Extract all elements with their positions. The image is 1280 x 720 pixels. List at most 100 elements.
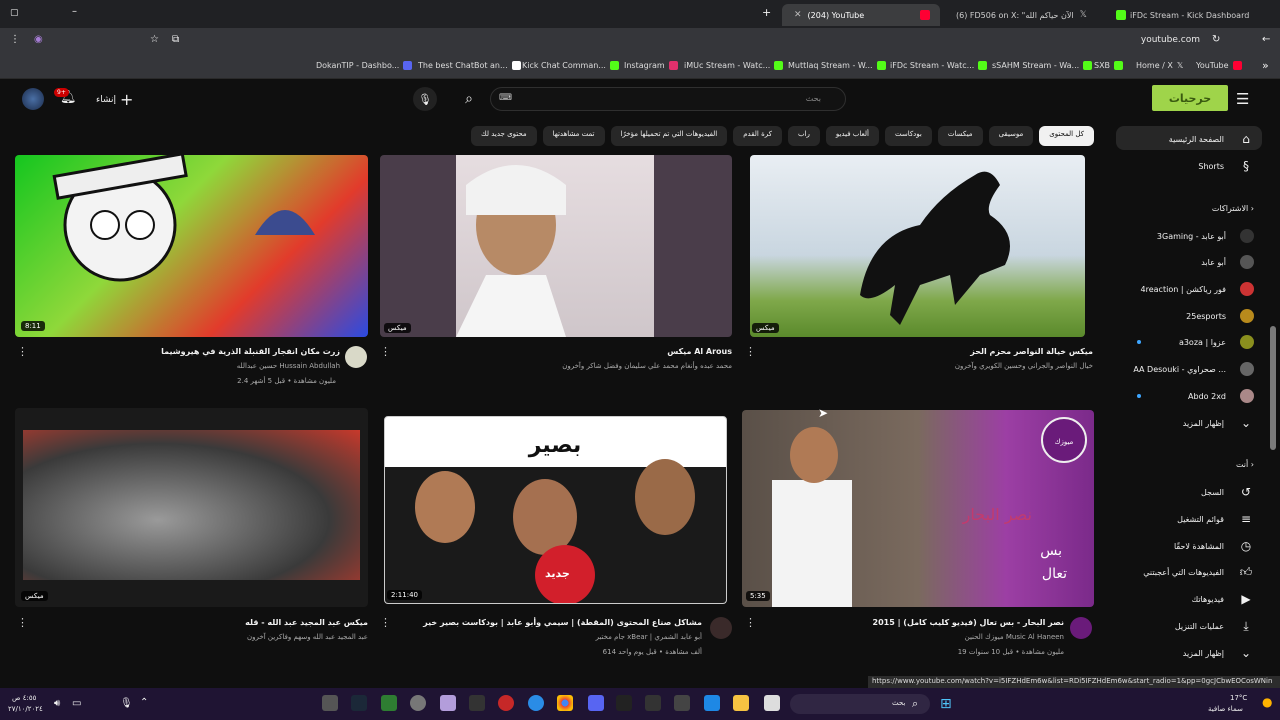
channel-logo[interactable]: حرحيات — [1152, 85, 1228, 111]
bookmark-item[interactable]: Home / X𝕏 — [1136, 61, 1183, 70]
chip[interactable]: الفيديوهات التي تم تحميلها مؤخرًا — [610, 126, 728, 146]
new-tab-button[interactable]: + — [762, 6, 771, 19]
sidebar-channel[interactable]: AA Desouki - صحراوي ... — [1133, 362, 1254, 376]
subscriptions-header[interactable]: الاشتراكات › — [1212, 204, 1254, 213]
sidebar-channel[interactable]: أبو عابد — [1201, 255, 1254, 269]
tab-kick-dashboard[interactable]: iFDc Stream - Kick Dashboard — [1110, 4, 1260, 26]
bookmark-item[interactable]: Kick Chat Comman... — [522, 61, 619, 70]
video-channel[interactable]: حسين عبدالله Hussain Abdullah — [237, 362, 340, 370]
chip[interactable]: بودكاست — [884, 126, 932, 146]
bookmark-item[interactable]: sSAHM Stream - Wa... — [992, 61, 1093, 70]
chip[interactable]: كل المحتوى — [1039, 126, 1094, 146]
chip[interactable]: موسيقى — [988, 126, 1034, 146]
sidebar-item-home[interactable]: الصفحة الرئيسية ⌂ — [1169, 132, 1254, 146]
scrollbar[interactable] — [1270, 326, 1276, 450]
app-icon[interactable] — [764, 695, 780, 711]
more-options-icon[interactable]: ⋮ — [17, 345, 28, 358]
bookmark-item[interactable]: The best ChatBot an... — [418, 61, 521, 70]
video-title[interactable]: ميكس عبد المجيد عبد الله - قله — [245, 618, 368, 627]
channel-avatar[interactable] — [1070, 617, 1092, 639]
tab-actions-icon[interactable]: ▢ — [10, 8, 19, 18]
app-icon[interactable] — [469, 695, 485, 711]
app-icon[interactable] — [674, 695, 690, 711]
sidebar-channel[interactable]: 25esports — [1186, 309, 1254, 323]
app-icon[interactable] — [645, 695, 661, 711]
app-icon[interactable] — [381, 695, 397, 711]
video-title[interactable]: زرت مكان انفجار القنبلة الذرية في هيروشي… — [161, 347, 340, 356]
app-icon[interactable] — [440, 695, 456, 711]
sidebar-show-more[interactable]: إظهار المزيد ⌄ — [1183, 646, 1254, 660]
reload-icon[interactable]: ↻ — [1212, 34, 1220, 45]
discord-icon[interactable] — [588, 695, 604, 711]
sidebar-item-playlists[interactable]: قوائم التشغيل ≡ — [1177, 512, 1254, 526]
bookmarks-more-icon[interactable]: » — [1262, 59, 1269, 72]
more-options-icon[interactable]: ⋮ — [380, 345, 391, 358]
more-options-icon[interactable]: ⋮ — [745, 616, 756, 629]
bookmark-item[interactable]: YouTube — [1196, 61, 1242, 70]
video-thumbnail[interactable]: 8:11 — [15, 155, 368, 337]
edge-icon[interactable] — [528, 695, 544, 711]
extension-icon[interactable]: ◉ — [34, 34, 43, 45]
mic-icon[interactable]: 🎙︎ — [120, 698, 133, 709]
sidebar-channel[interactable]: 4reaction | فور رياكشن — [1141, 282, 1254, 296]
video-title[interactable]: مشاكل صناع المحتوى (المقطة) | سيمي وأبو … — [423, 618, 702, 627]
chip[interactable]: كرة القدم — [733, 126, 782, 146]
sidebar-item-liked[interactable]: الفيديوهات التي أعجبتني 👍︎ — [1143, 565, 1254, 580]
sidebar-channel[interactable]: a3oza | عزوا — [1179, 335, 1254, 349]
url-text[interactable]: youtube.com — [1141, 35, 1200, 45]
video-title[interactable]: ميكس خيالة النواصر محزم الحز — [970, 347, 1093, 356]
bookmark-item[interactable]: iFDc Stream - Watc... — [890, 61, 988, 70]
clock-date[interactable]: ٢٧/١٠/٢٠٢٤ — [8, 705, 43, 713]
video-thumbnail[interactable]: ميكس — [380, 155, 732, 337]
sidebar-channel[interactable]: Abdo 2xd — [1188, 389, 1254, 403]
file-explorer-icon[interactable] — [733, 695, 749, 711]
bookmark-item[interactable]: DokanTIP - Dashbo... — [316, 61, 413, 70]
app-icon[interactable] — [322, 695, 338, 711]
sidebar-channel[interactable]: 3Gaming - أبو عابد — [1157, 229, 1254, 243]
channel-avatar[interactable] — [710, 617, 732, 639]
sidebar-show-more[interactable]: إظهار المزيد ⌄ — [1183, 416, 1254, 430]
chip[interactable]: ميكسات — [937, 126, 983, 146]
video-thumbnail[interactable]: ميوزك نصر البحار بس تعال 5:35 — [742, 410, 1094, 607]
volume-icon[interactable]: 🔊︎ — [54, 698, 60, 709]
more-options-icon[interactable]: ⋮ — [380, 616, 391, 629]
search-button[interactable]: ⌕ — [455, 87, 483, 111]
video-thumbnail[interactable]: بصير جديد 2:11:40 — [384, 416, 727, 604]
sidebar-item-history[interactable]: السجل ↺ — [1201, 485, 1254, 499]
weather-temp[interactable]: 17°C — [1230, 694, 1247, 702]
you-header[interactable]: أنت › — [1236, 460, 1254, 469]
bookmark-item[interactable]: Muttlaq Stream - W... — [788, 61, 886, 70]
steam-icon[interactable] — [351, 695, 367, 711]
video-channel[interactable]: جام مختبر xBear | أبو عابد الشمري — [596, 633, 702, 641]
video-channel[interactable]: ميوزك الحنين Music Al Haneen — [965, 633, 1064, 641]
minimize-icon[interactable]: – — [72, 6, 77, 17]
back-icon[interactable]: ← — [1262, 34, 1270, 45]
chip[interactable]: محتوى جديد لك — [471, 126, 537, 146]
bookmark-item[interactable]: SXB — [1094, 61, 1124, 70]
chrome-icon[interactable] — [557, 695, 573, 711]
sidebar-item-downloads[interactable]: عمليات التنزيل ⤓ — [1175, 619, 1254, 634]
bookmark-item[interactable]: Instagram — [624, 61, 678, 70]
video-thumbnail[interactable]: ميكس — [750, 155, 1085, 337]
windows-start-icon[interactable]: ⊞ — [940, 696, 952, 712]
chip[interactable]: ألعاب فيديو — [825, 126, 879, 146]
menu-icon[interactable]: ☰ — [1236, 90, 1249, 108]
app-icon[interactable] — [498, 695, 514, 711]
more-options-icon[interactable]: ⋮ — [745, 345, 756, 358]
more-options-icon[interactable]: ⋮ — [17, 616, 28, 629]
video-title[interactable]: نصر البحار - بس تعال (فيديو كليب كامل) |… — [873, 618, 1064, 627]
settings-icon[interactable] — [410, 695, 426, 711]
sidebar-item-your-videos[interactable]: فيديوهاتك ▶ — [1192, 592, 1254, 606]
channel-avatar[interactable] — [345, 346, 367, 368]
star-icon[interactable]: ☆ — [150, 34, 159, 45]
sidebar-item-watch-later[interactable]: المشاهدة لاحقًا ◷ — [1174, 539, 1254, 553]
more-icon[interactable]: ⋮ — [10, 34, 20, 45]
clock-time[interactable]: ٤:٥٥ ص — [12, 694, 36, 702]
video-thumbnail[interactable]: ميكس — [15, 408, 368, 607]
avatar[interactable] — [22, 88, 44, 110]
tab-youtube[interactable]: ✕ (204) YouTube — [782, 4, 940, 26]
chip[interactable]: تمت مشاهدتها — [542, 126, 605, 146]
keyboard-icon[interactable]: ⌨ — [499, 93, 512, 103]
search-input[interactable]: بحث ⌨ — [490, 87, 846, 111]
network-icon[interactable]: ▭ — [72, 698, 81, 709]
